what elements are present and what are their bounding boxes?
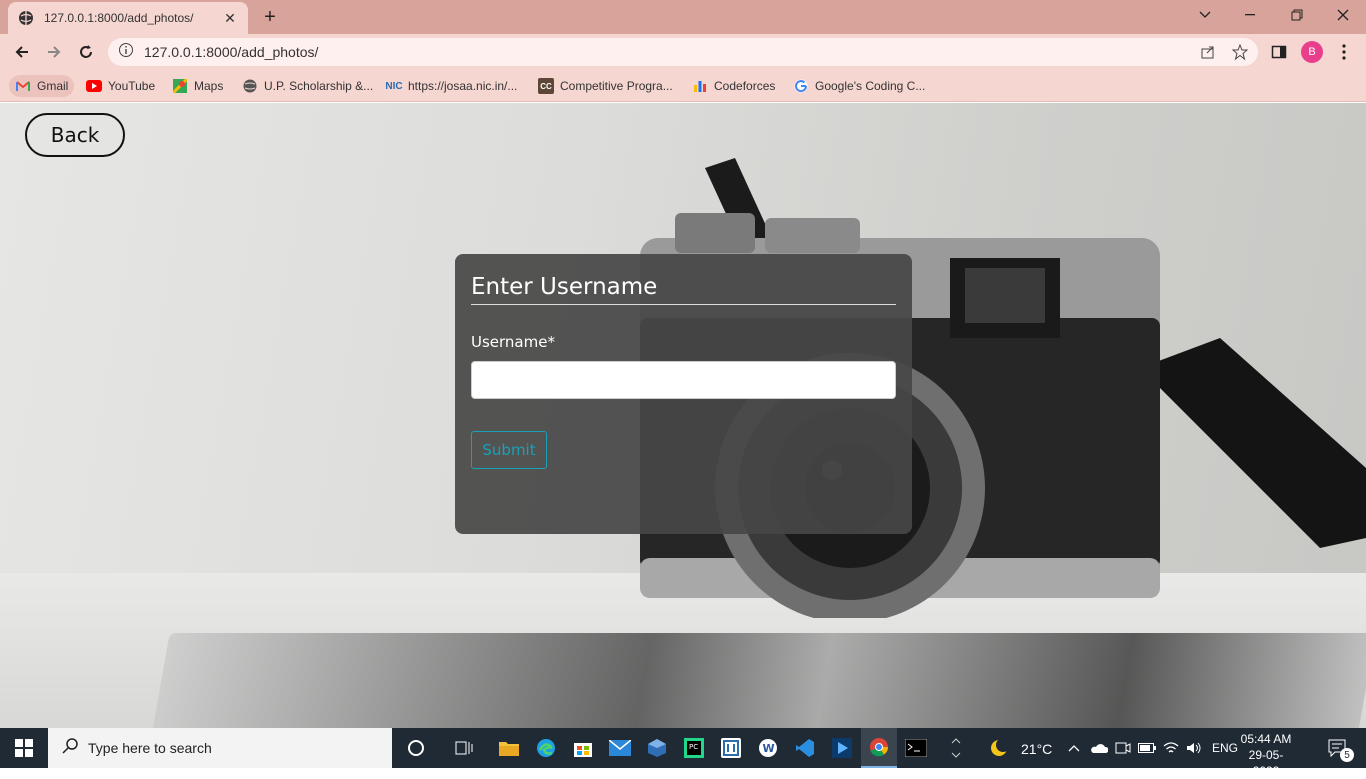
submit-button[interactable]: Submit: [471, 431, 547, 469]
browser-tab[interactable]: 127.0.0.1:8000/add_photos/ ✕: [8, 2, 248, 34]
search-placeholder: Type here to search: [88, 740, 212, 756]
bookmark-josaa[interactable]: NIC https://josaa.nic.in/...: [380, 75, 523, 97]
windows-start-icon[interactable]: [0, 728, 48, 768]
codeforces-icon: [692, 78, 708, 94]
bookmark-youtube[interactable]: YouTube: [80, 75, 161, 97]
globe-icon: [242, 78, 258, 94]
onedrive-icon[interactable]: [1088, 728, 1110, 768]
address-bar[interactable]: 127.0.0.1:8000/add_photos/: [108, 38, 1258, 66]
word-icon[interactable]: W: [750, 728, 786, 768]
task-view-icon[interactable]: [446, 728, 482, 768]
profile-avatar[interactable]: B: [1301, 41, 1323, 63]
chevron-up-icon[interactable]: [1064, 728, 1084, 768]
notification-icon[interactable]: 5: [1318, 728, 1358, 768]
form-title: Enter Username: [471, 274, 896, 305]
edge-icon[interactable]: [528, 728, 564, 768]
menu-dots-icon[interactable]: [1336, 44, 1352, 60]
terminal-icon[interactable]: [898, 728, 934, 768]
taskbar-search-box[interactable]: Type here to search: [48, 728, 392, 768]
file-explorer-icon[interactable]: [491, 728, 527, 768]
notification-count: 5: [1340, 748, 1354, 762]
forward-arrow-icon[interactable]: [42, 40, 66, 64]
svg-text:W: W: [763, 742, 775, 755]
browser-toolbar: 127.0.0.1:8000/add_photos/ B: [0, 34, 1366, 70]
cortana-icon[interactable]: [398, 728, 434, 768]
close-tab-icon[interactable]: ✕: [222, 10, 238, 26]
nic-icon: NIC: [385, 80, 403, 92]
chrome-icon[interactable]: [861, 728, 897, 768]
bookmarks-bar: Gmail YouTube Maps U.P. Scholarship &...…: [0, 70, 1366, 102]
svg-text:PC: PC: [689, 743, 698, 751]
background-photos: [150, 633, 1366, 728]
meet-now-icon[interactable]: [1112, 728, 1134, 768]
notion-icon[interactable]: [713, 728, 749, 768]
browser-tab-strip: 127.0.0.1:8000/add_photos/ ✕ +: [0, 0, 1366, 34]
tab-search-icon[interactable]: [1182, 0, 1228, 30]
close-window-button[interactable]: [1320, 0, 1366, 30]
info-icon[interactable]: [118, 42, 134, 63]
vscode-icon[interactable]: [787, 728, 823, 768]
reload-icon[interactable]: [74, 40, 98, 64]
maps-icon: [172, 78, 188, 94]
side-panel-icon[interactable]: [1271, 44, 1287, 60]
battery-icon[interactable]: [1136, 728, 1158, 768]
gmail-icon: [15, 78, 31, 94]
virtualbox-icon[interactable]: [639, 728, 675, 768]
pycharm-icon[interactable]: PC: [676, 728, 712, 768]
volume-icon[interactable]: [1183, 728, 1205, 768]
bookmark-up-scholarship[interactable]: U.P. Scholarship &...: [236, 75, 379, 97]
microsoft-store-icon[interactable]: [565, 728, 601, 768]
back-arrow-icon[interactable]: [10, 40, 34, 64]
weather-icon[interactable]: [984, 728, 1014, 768]
username-form-card: Enter Username Username* Submit: [455, 254, 912, 534]
search-icon: [62, 737, 78, 759]
bookmark-maps[interactable]: Maps: [166, 75, 229, 97]
clock-time: 05:44 AM: [1240, 732, 1292, 746]
language-indicator[interactable]: ENG: [1212, 741, 1238, 755]
windows-taskbar: Type here to search PC W 21°C ENG 05:44 …: [0, 728, 1366, 778]
restore-button[interactable]: [1274, 0, 1320, 30]
google-icon: [793, 78, 809, 94]
username-label: Username*: [471, 333, 555, 351]
share-icon[interactable]: [1200, 44, 1216, 60]
mail-icon[interactable]: [602, 728, 638, 768]
url-text: 127.0.0.1:8000/add_photos/: [144, 44, 319, 60]
youtube-icon: [86, 78, 102, 94]
tab-title: 127.0.0.1:8000/add_photos/: [44, 11, 194, 25]
bookmark-competitive-programming[interactable]: CC Competitive Progra...: [532, 75, 679, 97]
taskbar-clock[interactable]: 05:44 AM 29-05-2022: [1240, 731, 1292, 779]
username-input[interactable]: [471, 361, 896, 399]
back-button[interactable]: Back: [25, 113, 125, 157]
clock-date: 29-05-2022: [1248, 748, 1284, 778]
bookmark-gmail[interactable]: Gmail: [9, 75, 75, 97]
taskbar-scroll-icon[interactable]: [944, 728, 968, 768]
wifi-icon[interactable]: [1160, 728, 1182, 768]
cc-icon: CC: [538, 78, 554, 94]
minimize-button[interactable]: [1228, 0, 1274, 30]
new-tab-button[interactable]: +: [258, 6, 282, 28]
bookmark-star-icon[interactable]: [1232, 44, 1248, 60]
bookmark-codeforces[interactable]: Codeforces: [686, 75, 781, 97]
weather-temperature[interactable]: 21°C: [1021, 741, 1052, 757]
page-viewport: Back Enter Username Username* Submit: [0, 103, 1366, 728]
bookmark-google-coding[interactable]: Google's Coding C...: [787, 75, 931, 97]
media-player-icon[interactable]: [824, 728, 860, 768]
globe-icon: [18, 10, 34, 26]
